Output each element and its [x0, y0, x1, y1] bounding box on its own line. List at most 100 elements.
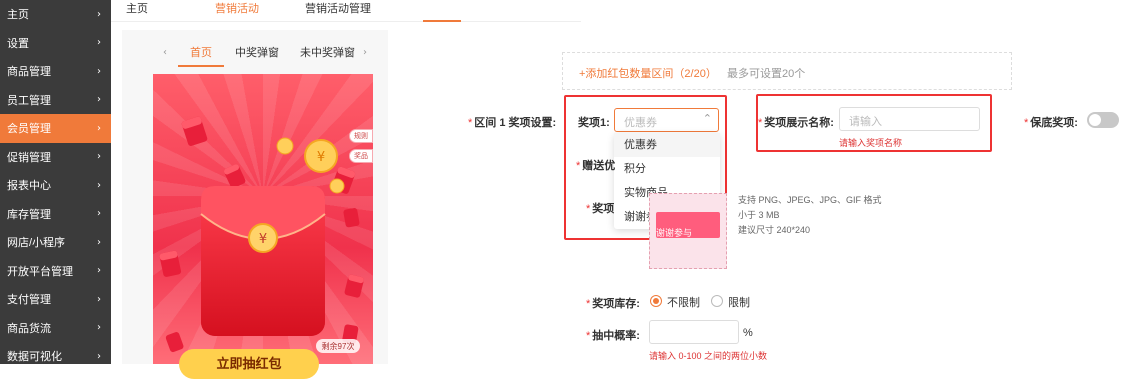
sidebar-item-staff[interactable]: 员工管理 ›	[0, 86, 111, 115]
prize-image-label: * 奖项	[586, 203, 615, 215]
svg-text:¥: ¥	[259, 232, 267, 247]
sidebar-item-reports[interactable]: 报表中心 ›	[0, 171, 111, 200]
sidebar-item-home[interactable]: 主页 ›	[0, 0, 111, 29]
uploaded-image-text: 谢谢参与	[656, 228, 693, 238]
tab-marketing-management[interactable]: 营销活动管理	[305, 0, 371, 16]
probability-input[interactable]	[649, 320, 739, 344]
chevron-right-icon: ›	[97, 236, 101, 248]
remaining-count-badge: 剩余97次	[316, 339, 360, 353]
sidebar-item-label: 报表中心	[7, 180, 51, 193]
prize-type-select[interactable]: 优惠券 ⌃	[614, 108, 719, 132]
stock-limited-label[interactable]: 限制	[728, 294, 750, 310]
upload-notes: 支持 PNG、JPEG、JPG、GIF 格式 小于 3 MB 建议尺寸 240*…	[738, 193, 882, 238]
sidebar-item-members[interactable]: 会员管理 ›	[0, 114, 111, 143]
stock-unlimited-radio[interactable]	[650, 295, 662, 307]
sidebar-item-label: 开放平台管理	[7, 265, 73, 278]
sidebar: 主页 › 设置 › 商品管理 › 员工管理 › 会员管理 › 促销管理 › 报表中心 › 库存…	[0, 0, 111, 364]
probability-unit: %	[743, 327, 753, 339]
remaining-count: 剩余97次	[321, 341, 355, 351]
sidebar-item-label: 设置	[7, 37, 29, 50]
prize1-label: 奖项1:	[578, 117, 610, 129]
sidebar-item-settings[interactable]: 设置 ›	[0, 29, 111, 58]
guarantee-label: * 保底奖项:	[1024, 117, 1078, 129]
add-range-box: +添加红包数量区间（2/20） 最多可设置20个	[562, 52, 1012, 90]
chevron-right-icon: ›	[97, 8, 101, 20]
display-name-input[interactable]: 请输入	[839, 107, 980, 131]
sidebar-item-label: 商品货流	[7, 322, 51, 335]
sidebar-item-label: 支付管理	[7, 294, 51, 307]
stock-label-text: 奖项库存:	[592, 298, 640, 310]
preview-tab-indicator	[178, 65, 224, 67]
sidebar-item-products[interactable]: 商品管理 ›	[0, 57, 111, 86]
sidebar-item-label: 促销管理	[7, 151, 51, 164]
upload-note: 支持 PNG、JPEG、JPG、GIF 格式	[738, 195, 882, 205]
chevron-right-icon: ›	[97, 208, 101, 220]
gift-label: * 赠送优	[576, 160, 616, 172]
toggle-knob	[1089, 114, 1101, 126]
tab-home[interactable]: 主页	[126, 0, 148, 16]
dropdown-option-points[interactable]: 积分	[614, 157, 720, 181]
sidebar-item-payments[interactable]: 支付管理 ›	[0, 285, 111, 314]
preview-tab-home[interactable]: 首页	[190, 44, 212, 60]
sidebar-item-label: 商品管理	[7, 66, 51, 79]
red-envelope-illustration: ¥ ¥	[159, 116, 364, 353]
phone-preview: ¥ ¥ 规则 奖品	[153, 74, 373, 364]
chevron-right-icon[interactable]: ›	[363, 47, 367, 58]
chevron-right-icon: ›	[97, 65, 101, 77]
chevron-right-icon: ›	[97, 350, 101, 362]
chevron-right-icon: ›	[97, 293, 101, 305]
tab-marketing[interactable]: 营销活动	[215, 0, 259, 16]
draw-envelope-button[interactable]: 立即抽红包	[179, 349, 319, 379]
sidebar-item-label: 员工管理	[7, 94, 51, 107]
prizes-badge[interactable]: 奖品	[349, 149, 373, 163]
preview-tab-lose-popup[interactable]: 未中奖弹窗	[300, 44, 355, 60]
range-label-text: 区间 1 奖项设置:	[474, 117, 557, 129]
sidebar-item-label: 主页	[7, 9, 29, 22]
svg-text:¥: ¥	[317, 150, 325, 165]
display-name-error: 请输入奖项名称	[839, 138, 903, 148]
dropdown-option-coupon[interactable]: 优惠券	[614, 133, 720, 157]
chevron-right-icon: ›	[97, 37, 101, 49]
sidebar-item-data-viz[interactable]: 数据可视化 ›	[0, 342, 111, 371]
display-name-label: * 奖项展示名称:	[758, 117, 834, 129]
chevron-up-icon: ⌃	[702, 112, 712, 125]
probability-error: 请输入 0-100 之间的两位小数	[649, 351, 768, 361]
sidebar-item-label: 库存管理	[7, 208, 51, 221]
stock-unlimited-label[interactable]: 不限制	[667, 294, 700, 310]
rules-badge-label: 规则	[354, 133, 368, 140]
sidebar-item-label: 网店/小程序	[7, 237, 66, 250]
chevron-right-icon: ›	[97, 122, 101, 134]
guarantee-toggle[interactable]	[1087, 112, 1119, 128]
sidebar-item-promotions[interactable]: 促销管理 ›	[0, 143, 111, 172]
add-range-link[interactable]: +添加红包数量区间（2/20）	[579, 65, 717, 81]
prize-type-placeholder: 优惠券	[624, 117, 657, 129]
probability-label-text: 抽中概率:	[592, 330, 640, 342]
gift-label-text: 赠送优	[582, 160, 616, 172]
preview-tab-win-popup[interactable]: 中奖弹窗	[235, 44, 279, 60]
sidebar-item-online-store[interactable]: 网店/小程序 ›	[0, 228, 111, 257]
chevron-right-icon: ›	[97, 265, 101, 277]
sidebar-item-inventory[interactable]: 库存管理 ›	[0, 200, 111, 229]
chevron-right-icon: ›	[97, 94, 101, 106]
chevron-right-icon: ›	[97, 322, 101, 334]
chevron-right-icon: ›	[97, 179, 101, 191]
prizes-badge-label: 奖品	[354, 153, 368, 160]
range-label: * 区间 1 奖项设置:	[468, 117, 557, 129]
guarantee-label-text: 保底奖项:	[1030, 117, 1078, 129]
upload-note: 小于 3 MB	[738, 210, 780, 220]
upload-note: 建议尺寸 240*240	[738, 225, 811, 235]
display-name-label-text: 奖项展示名称:	[764, 117, 834, 129]
stock-label: * 奖项库存:	[586, 298, 640, 310]
probability-label: * 抽中概率:	[586, 330, 640, 342]
sidebar-item-label: 数据可视化	[7, 351, 62, 364]
add-range-hint: 最多可设置20个	[727, 68, 806, 80]
prize-image-label-text: 奖项	[592, 203, 615, 215]
sidebar-item-open-platform[interactable]: 开放平台管理 ›	[0, 257, 111, 286]
sidebar-item-logistics[interactable]: 商品货流 ›	[0, 314, 111, 343]
stock-limited-radio[interactable]	[711, 295, 723, 307]
chevron-right-icon: ›	[97, 151, 101, 163]
display-name-placeholder: 请输入	[849, 116, 882, 128]
chevron-left-icon[interactable]: ‹	[163, 47, 167, 58]
sidebar-item-label: 会员管理	[7, 123, 51, 136]
rules-badge[interactable]: 规则	[349, 129, 373, 143]
